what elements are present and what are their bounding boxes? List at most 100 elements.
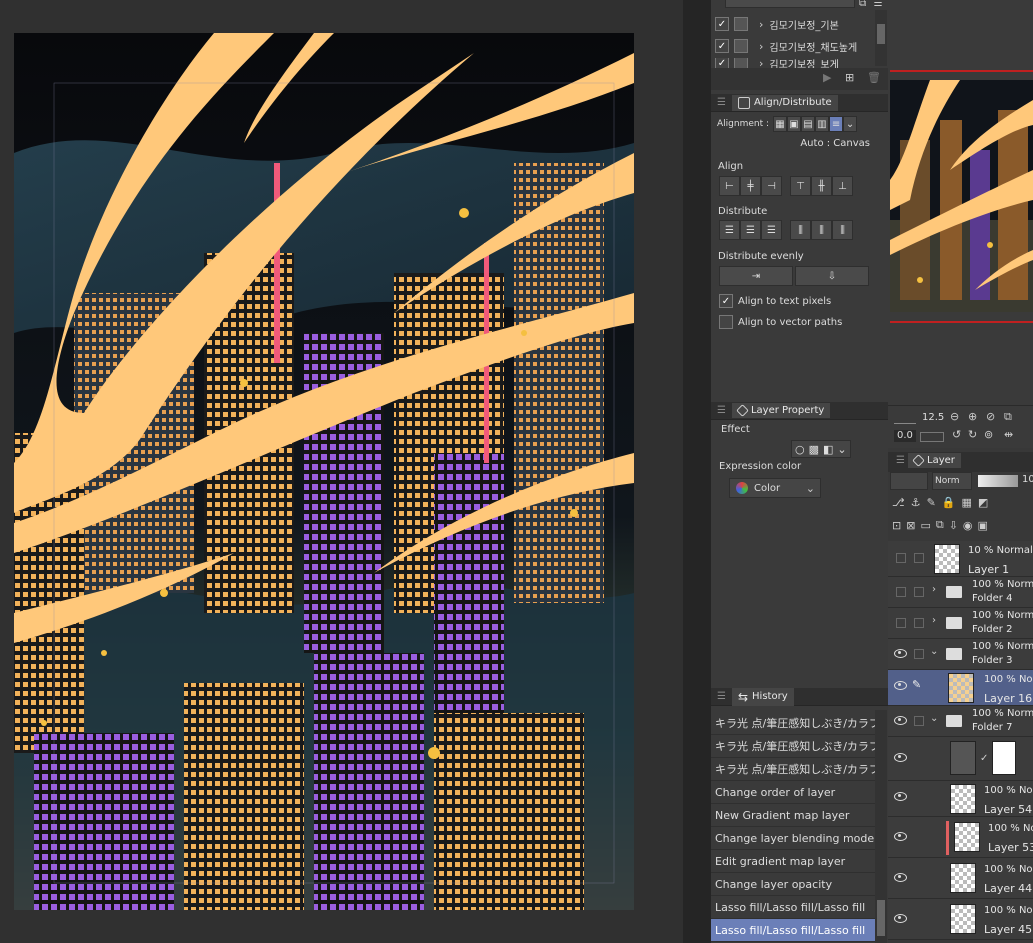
- history-item[interactable]: Change layer opacity: [711, 873, 875, 896]
- layer-row-gradient-map[interactable]: ✓: [888, 737, 1033, 781]
- layer-row-folder[interactable]: › 100 % Norma Folder 4: [888, 577, 1033, 608]
- distribute-middle-button[interactable]: ⫼: [811, 220, 832, 240]
- menu-icon[interactable]: ☰: [717, 691, 726, 702]
- new-raster-layer-icon[interactable]: ⊡: [892, 519, 901, 532]
- lock-toggle[interactable]: [914, 716, 924, 726]
- scrollbar[interactable]: [875, 10, 887, 66]
- layer-row[interactable]: 100 % Norm Layer 45: [888, 899, 1033, 940]
- new-vector-layer-icon[interactable]: ⊠: [906, 519, 915, 532]
- layer-color-dropdown[interactable]: [890, 472, 928, 490]
- canvas-area[interactable]: [0, 0, 683, 943]
- distribute-top-button[interactable]: ☰: [719, 220, 740, 240]
- rotate-left-icon[interactable]: ↺: [952, 428, 961, 441]
- navigator-preview[interactable]: [890, 80, 1033, 312]
- artwork-canvas[interactable]: [14, 33, 634, 910]
- history-item[interactable]: Edit gradient map layer: [711, 850, 875, 873]
- tone-effect-icon[interactable]: ▩: [809, 443, 819, 456]
- fit-icon[interactable]: ⊘: [986, 410, 995, 423]
- chevron-right-icon[interactable]: ›: [759, 18, 763, 31]
- transfer-icon[interactable]: ⇩: [949, 519, 958, 532]
- opacity-value[interactable]: 10: [1022, 474, 1033, 485]
- eye-icon[interactable]: [894, 681, 907, 690]
- lock-toggle[interactable]: [914, 649, 924, 659]
- distribute-center-button[interactable]: ☰: [740, 220, 761, 240]
- blend-mode-select[interactable]: Norm: [932, 472, 972, 490]
- chevron-down-icon[interactable]: ⌄: [843, 116, 858, 132]
- unchecked-box[interactable]: [719, 315, 733, 329]
- border-effect-icon[interactable]: ○: [795, 443, 805, 456]
- chevron-right-icon[interactable]: ›: [932, 584, 936, 595]
- draft-icon[interactable]: ✎: [927, 496, 936, 509]
- align-target-button[interactable]: ▣: [787, 116, 802, 132]
- layer-row-selected[interactable]: ✎ 100 % Norm Layer 16: [888, 670, 1033, 706]
- check-icon[interactable]: ✓: [715, 58, 729, 68]
- chevron-down-icon[interactable]: ⌄: [930, 713, 938, 724]
- chevron-right-icon[interactable]: ›: [932, 615, 936, 626]
- zoom-value[interactable]: 12.5: [922, 412, 944, 423]
- visibility-toggle[interactable]: [896, 553, 906, 563]
- distribute-evenly-horizontal-button[interactable]: ⇩: [795, 266, 869, 286]
- distribute-right-button[interactable]: ⫼: [832, 220, 853, 240]
- sub-tool-item[interactable]: ✓ › 김모기보정_보게: [715, 58, 875, 68]
- clip-icon[interactable]: ⎇: [892, 496, 905, 509]
- mask-layer-icon[interactable]: ◉: [963, 519, 973, 532]
- align-top-button[interactable]: ⊤: [790, 176, 811, 196]
- chevron-right-icon[interactable]: ›: [759, 40, 763, 53]
- eye-icon[interactable]: [894, 832, 907, 841]
- layer-row[interactable]: 10 % Normal Layer 1: [888, 541, 1033, 577]
- eye-icon[interactable]: [894, 753, 907, 762]
- trash-icon[interactable]: 🗑: [867, 71, 881, 84]
- align-center-button[interactable]: ╪: [740, 176, 761, 196]
- rotation-slider[interactable]: [920, 432, 944, 442]
- reset-rotation-icon[interactable]: ⊚: [984, 428, 993, 441]
- align-right-button[interactable]: ⊣: [761, 176, 782, 196]
- align-target-button[interactable]: ▤: [801, 116, 816, 132]
- align-target-button[interactable]: ≡: [829, 116, 844, 132]
- chevron-down-icon[interactable]: ⌄: [837, 443, 846, 456]
- visibility-toggle[interactable]: [896, 618, 906, 628]
- align-text-pixels-option[interactable]: ✓ Align to text pixels: [719, 294, 831, 308]
- lock-box[interactable]: [734, 17, 748, 31]
- add-icon[interactable]: ⊞: [845, 71, 854, 84]
- history-item[interactable]: Change order of layer: [711, 781, 875, 804]
- layer-row-folder[interactable]: ⌄ 100 % Norma Folder 3: [888, 639, 1033, 670]
- sub-tool-dropdown[interactable]: [725, 0, 855, 8]
- copy-icon[interactable]: ⧉: [859, 0, 866, 9]
- history-item-selected[interactable]: Lasso fill/Lasso fill/Lasso fill: [711, 919, 875, 942]
- play-icon[interactable]: ▶: [823, 71, 831, 84]
- zoom-in-icon[interactable]: ⊕: [968, 410, 977, 423]
- lock-icon[interactable]: 🔒: [942, 496, 956, 509]
- layer-row[interactable]: 100 % Norm Layer 54: [888, 781, 1033, 817]
- history-item[interactable]: New Gradient map layer: [711, 804, 875, 827]
- distribute-bottom-button[interactable]: ☰: [761, 220, 782, 240]
- eye-icon[interactable]: [894, 914, 907, 923]
- rotate-right-icon[interactable]: ↻: [968, 428, 977, 441]
- flip-horizontal-icon[interactable]: ⇹: [1004, 428, 1013, 441]
- eye-icon[interactable]: [894, 873, 907, 882]
- merge-icon[interactable]: ⧉: [936, 518, 944, 532]
- layer-row-folder[interactable]: ⌄ 100 % Norma Folder 7: [888, 706, 1033, 737]
- align-bottom-button[interactable]: ⊥: [832, 176, 853, 196]
- visibility-toggle[interactable]: [896, 587, 906, 597]
- align-middle-button[interactable]: ╫: [811, 176, 832, 196]
- distribute-left-button[interactable]: ⫼: [790, 220, 811, 240]
- expression-color-select[interactable]: Color ⌄: [729, 478, 821, 498]
- layer-row-folder[interactable]: › 100 % Norma Folder 2: [888, 608, 1033, 639]
- eye-icon[interactable]: [894, 716, 907, 725]
- tab-layer-property[interactable]: Layer Property: [731, 403, 831, 418]
- eye-icon[interactable]: [894, 649, 907, 658]
- align-left-button[interactable]: ⊢: [719, 176, 740, 196]
- align-vector-paths-option[interactable]: Align to vector paths: [719, 315, 842, 329]
- layer-row[interactable]: 100 % Norm Layer 44: [888, 858, 1033, 899]
- apply-mask-icon[interactable]: ▣: [978, 519, 988, 532]
- check-icon[interactable]: ✓: [715, 39, 729, 53]
- lock-toggle[interactable]: [914, 618, 924, 628]
- menu-icon[interactable]: ☰: [896, 455, 905, 466]
- chevron-right-icon[interactable]: ›: [759, 58, 763, 68]
- opacity-slider[interactable]: [978, 475, 1018, 487]
- eye-icon[interactable]: [894, 792, 907, 801]
- check-icon[interactable]: ✓: [719, 294, 733, 308]
- zoom-slider[interactable]: [894, 412, 916, 424]
- align-target-button[interactable]: ▥: [815, 116, 830, 132]
- sub-tool-item[interactable]: ✓ › 김모기보정_기본: [715, 14, 875, 34]
